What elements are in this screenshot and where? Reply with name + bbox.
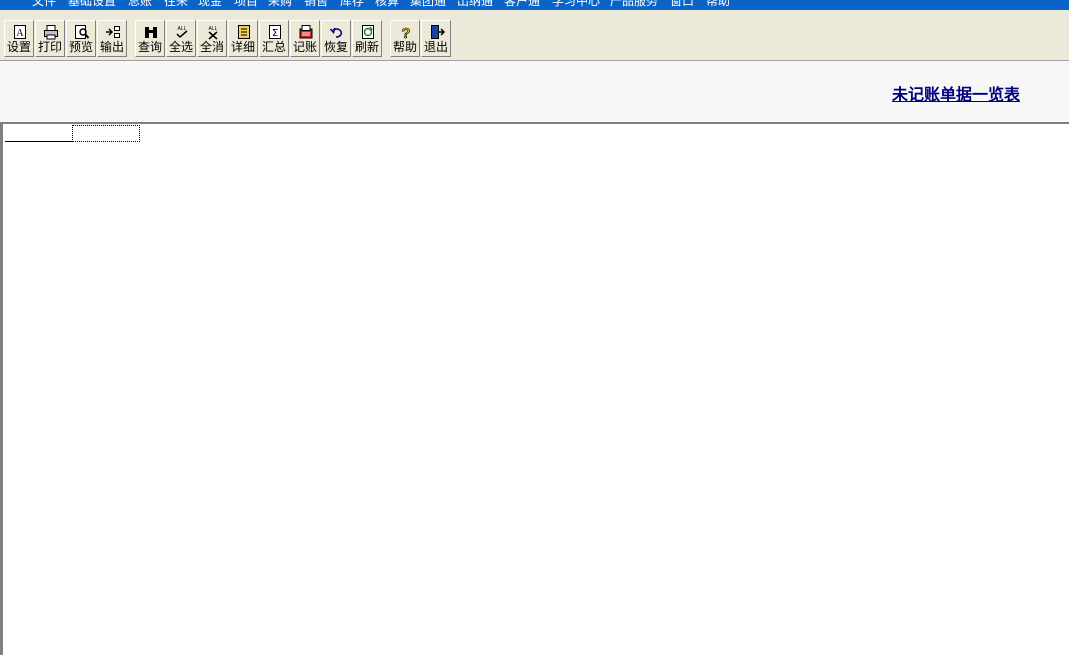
select-all-button[interactable]: ALL 全选: [166, 20, 196, 57]
detail-label: 详细: [230, 40, 255, 54]
deselect-all-icon: ALL: [208, 26, 218, 40]
help-label: 帮助: [392, 40, 417, 54]
menu-cashier[interactable]: 出纳通: [457, 0, 493, 8]
menu-sales[interactable]: 销售: [304, 0, 328, 8]
grid-cell-selected[interactable]: [72, 125, 140, 142]
summary-button[interactable]: Σ 汇总: [259, 20, 289, 57]
page-setup-icon: A: [14, 25, 26, 39]
preview-button[interactable]: 预览: [66, 20, 96, 57]
deselect-all-button[interactable]: ALL 全消: [197, 20, 227, 57]
printer-icon: [44, 25, 58, 40]
preview-label: 预览: [68, 40, 93, 54]
menu-window[interactable]: 窗口: [670, 0, 694, 8]
sum-icon: Σ: [269, 25, 281, 39]
query-button[interactable]: 查询: [135, 20, 165, 57]
preview-icon: [75, 25, 90, 39]
svg-text:?: ?: [401, 25, 410, 40]
exit-label: 退出: [423, 40, 448, 54]
export-label: 输出: [99, 40, 124, 54]
detail-icon: [238, 25, 250, 39]
toolbar: A 设置 打印 预览 输出 查询 ALL 全选 ALL 全消 详细 Σ 汇总 记…: [0, 10, 1069, 61]
select-all-icon: ALL: [176, 26, 188, 39]
menu-group[interactable]: 集团通: [410, 0, 446, 8]
data-grid[interactable]: [0, 122, 1069, 655]
detail-button[interactable]: 详细: [228, 20, 258, 57]
menu-help[interactable]: 帮助: [706, 0, 730, 8]
restore-button[interactable]: 恢复: [321, 20, 351, 57]
menu-customer[interactable]: 客户通: [504, 0, 540, 8]
restore-label: 恢复: [323, 40, 348, 54]
menu-learning-center[interactable]: 学习中心: [552, 0, 600, 8]
menu-basic-settings[interactable]: 基础设置: [68, 0, 116, 8]
report-title: 未记账单据一览表: [892, 85, 1021, 104]
binoculars-icon: [145, 27, 157, 38]
svg-text:Σ: Σ: [272, 28, 278, 39]
svg-text:A: A: [16, 28, 24, 39]
exit-icon: [431, 25, 445, 39]
export-icon: [106, 26, 120, 38]
print-button[interactable]: 打印: [35, 20, 65, 57]
post-button[interactable]: 记账: [290, 20, 320, 57]
query-label: 查询: [137, 40, 162, 54]
grid-cell[interactable]: [5, 126, 72, 142]
menu-costing[interactable]: 核算: [375, 0, 399, 8]
setup-button[interactable]: A 设置: [4, 20, 34, 57]
menu-bar: 文件 基础设置 总账 往来 现金 项目 采购 销售 库存 核算 集团通 出纳通 …: [0, 0, 1069, 10]
deselect-all-label: 全消: [199, 40, 224, 54]
svg-text:ALL: ALL: [209, 26, 218, 32]
help-icon: ?: [401, 25, 411, 40]
summary-label: 汇总: [261, 40, 286, 54]
menu-project[interactable]: 项目: [234, 0, 258, 8]
svg-text:ALL: ALL: [178, 26, 187, 32]
post-icon: [299, 25, 313, 39]
undo-icon: [329, 27, 342, 38]
menu-product-service[interactable]: 产品服务: [610, 0, 658, 8]
menu-purchase[interactable]: 采购: [268, 0, 292, 8]
print-label: 打印: [37, 40, 62, 54]
menu-file[interactable]: 文件: [32, 0, 56, 8]
exit-button[interactable]: 退出: [421, 20, 451, 57]
menu-accounts[interactable]: 往来: [164, 0, 188, 8]
post-label: 记账: [292, 40, 317, 54]
report-header: 未记账单据一览表: [0, 61, 1069, 123]
menu-inventory[interactable]: 库存: [340, 0, 364, 8]
refresh-icon: [362, 25, 374, 39]
setup-label: 设置: [6, 40, 31, 54]
export-button[interactable]: 输出: [97, 20, 127, 57]
menu-general-ledger[interactable]: 总账: [128, 0, 152, 8]
menu-cash[interactable]: 现金: [198, 0, 222, 8]
help-button[interactable]: ? 帮助: [390, 20, 420, 57]
select-all-label: 全选: [168, 40, 193, 54]
refresh-button[interactable]: 刷新: [352, 20, 382, 57]
refresh-label: 刷新: [354, 40, 379, 54]
